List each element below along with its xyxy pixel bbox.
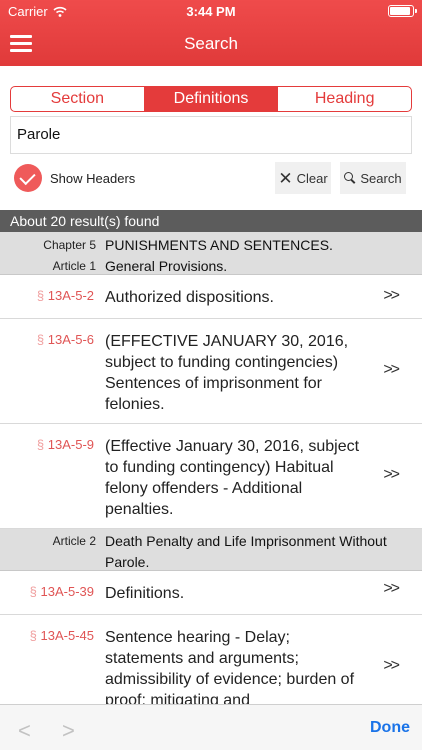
list-item[interactable]: § 13A-5-6 (EFFECTIVE JANUARY 30, 2016, s…: [0, 319, 422, 424]
article-label: Article 1: [52, 259, 96, 273]
clear-button[interactable]: ✕ Clear: [275, 162, 331, 194]
section-description: (Effective January 30, 2016, subject to …: [105, 438, 360, 518]
show-headers-label: Show Headers: [50, 171, 136, 186]
article-title: Death Penalty and Life Imprisonment With…: [105, 533, 387, 570]
status-time: 3:44 PM: [186, 4, 236, 19]
search-button[interactable]: Search: [340, 162, 406, 194]
article-header: Article 2 Death Penalty and Life Impriso…: [0, 529, 422, 571]
chevron-right-icon: >>: [383, 466, 400, 483]
page-title: Search: [184, 34, 238, 53]
search-icon: [344, 172, 356, 184]
segment-section[interactable]: Section: [11, 87, 145, 111]
chapter-label: Chapter 5: [43, 238, 96, 252]
section-number: § 13A-5-6: [36, 332, 94, 347]
chapter-header: Chapter 5 PUNISHMENTS AND SENTENCES. Art…: [0, 232, 422, 275]
battery-icon: [388, 5, 417, 17]
list-item[interactable]: § 13A-5-2 Authorized dispositions. >>: [0, 275, 422, 319]
clear-label: Clear: [296, 170, 328, 186]
chevron-right-icon: >>: [383, 657, 400, 674]
chevron-right-icon: >>: [383, 361, 400, 378]
section-number: § 13A-5-39: [29, 584, 94, 599]
section-description: Authorized dispositions.: [105, 289, 274, 306]
navigation-bar: Search: [0, 22, 422, 66]
article-title: General Provisions.: [105, 258, 228, 274]
section-description: Sentence hearing - Delay; statements and…: [105, 629, 355, 704]
list-item[interactable]: § 13A-5-9 (Effective January 30, 2016, s…: [0, 424, 422, 529]
search-input[interactable]: Parole: [10, 116, 412, 154]
section-description: (EFFECTIVE JANUARY 30, 2016, subject to …: [105, 333, 349, 413]
results-count-bar: About 20 result(s) found: [0, 210, 422, 232]
segment-heading[interactable]: Heading: [278, 87, 411, 111]
section-number: § 13A-5-9: [36, 437, 94, 452]
chevron-right-icon: >>: [383, 287, 400, 304]
results-list: Chapter 5 PUNISHMENTS AND SENTENCES. Art…: [0, 232, 422, 704]
list-item[interactable]: § 13A-5-45 Sentence hearing - Delay; sta…: [0, 615, 422, 704]
top-bar: Carrier 3:44 PM Search: [0, 0, 422, 66]
search-type-segmented-control: Section Definitions Heading: [10, 86, 412, 112]
segment-definitions[interactable]: Definitions: [144, 87, 279, 111]
show-headers-checkbox[interactable]: [14, 164, 42, 192]
app-screen: Carrier 3:44 PM Search Section Definitio…: [0, 0, 422, 750]
article-label: Article 2: [52, 534, 96, 548]
back-arrow-icon[interactable]: <: [18, 718, 31, 744]
section-number: § 13A-5-45: [29, 628, 94, 643]
section-number: § 13A-5-2: [36, 288, 94, 303]
section-description: Definitions.: [105, 585, 185, 602]
chapter-title: PUNISHMENTS AND SENTENCES.: [105, 237, 333, 253]
list-item[interactable]: § 13A-5-39 Definitions. >>: [0, 571, 422, 615]
forward-arrow-icon[interactable]: >: [62, 718, 75, 744]
close-icon: ✕: [278, 168, 293, 188]
done-button[interactable]: Done: [370, 719, 410, 737]
search-label: Search: [360, 170, 402, 186]
status-bar: Carrier 3:44 PM: [0, 0, 422, 22]
bottom-toolbar: < > Done: [0, 704, 422, 750]
chevron-right-icon: >>: [383, 580, 400, 597]
